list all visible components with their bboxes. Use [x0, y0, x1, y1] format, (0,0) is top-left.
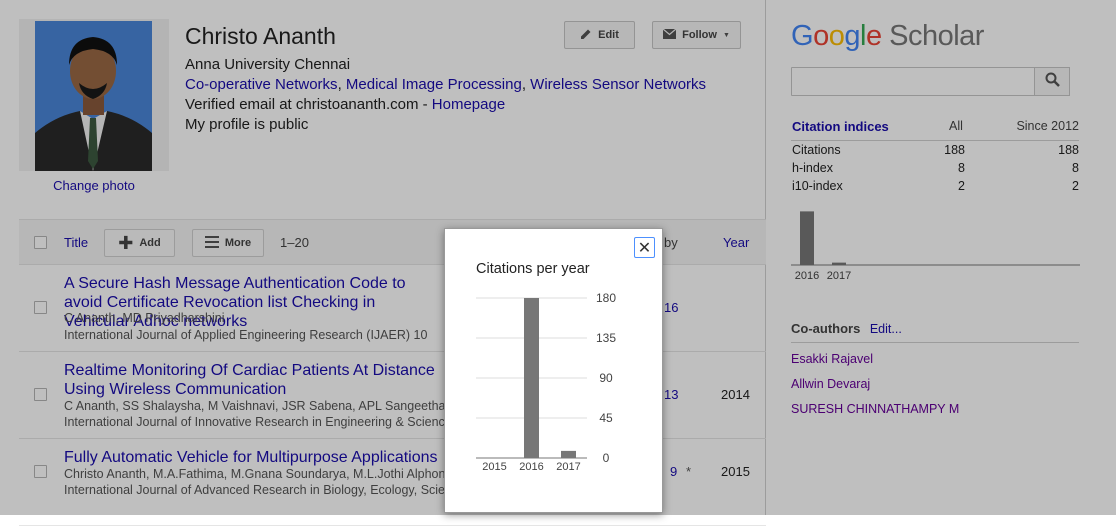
close-icon: ✕ [637, 239, 652, 257]
y-tick-label: 0 [603, 451, 610, 465]
y-tick-label: 45 [599, 411, 613, 425]
y-tick-label: 135 [596, 331, 616, 345]
x-tick-label: 2017 [556, 461, 580, 473]
x-tick-label: 2015 [482, 461, 506, 473]
citations-per-year-dialog: ✕ Citations per year 0 45 90 135 180 2015 2016… [444, 228, 663, 513]
bar-2017 [561, 450, 576, 458]
y-tick-label: 90 [599, 371, 613, 385]
bar-2016 [524, 298, 539, 458]
citations-per-year-chart: 0 45 90 135 180 2015 2016 2017 [476, 291, 616, 473]
x-tick-label: 2016 [519, 461, 543, 473]
y-tick-label: 180 [596, 291, 616, 305]
dialog-title: Citations per year [476, 261, 590, 277]
close-button[interactable]: ✕ [634, 237, 655, 258]
